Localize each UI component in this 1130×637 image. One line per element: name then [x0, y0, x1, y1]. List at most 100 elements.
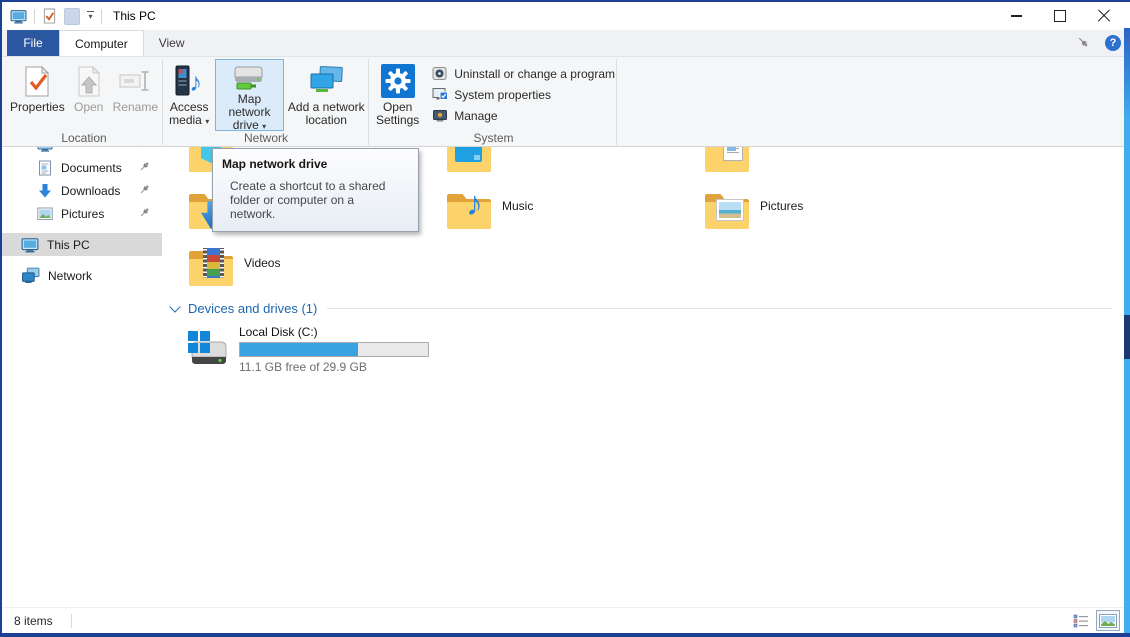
qat-customize-dropdown[interactable]: ▾: [87, 11, 94, 22]
hard-drive-icon: [185, 325, 231, 373]
system-properties-button[interactable]: System properties: [432, 85, 551, 104]
tab-file[interactable]: File: [7, 30, 59, 56]
pin-ribbon-button[interactable]: [1077, 36, 1089, 51]
open-settings-button[interactable]: Open Settings: [372, 59, 423, 131]
rename-button[interactable]: Rename: [111, 59, 160, 131]
divider: [71, 614, 72, 628]
navigation-pane: Documents Downloads Pictures This PC Net…: [0, 147, 162, 608]
divider: [34, 9, 35, 24]
minimize-button[interactable]: [994, 2, 1038, 30]
network-icon: [21, 267, 40, 284]
access-media-button[interactable]: ♪ Access media ▾: [165, 59, 213, 131]
devices-section-header: Devices and drives (1): [168, 300, 1112, 317]
folder-desktop-icon: [446, 147, 492, 175]
folder-tile-videos[interactable]: Videos: [188, 243, 446, 300]
close-button[interactable]: [1082, 2, 1126, 30]
sidebar-item-pictures[interactable]: Pictures: [0, 202, 162, 225]
qat-properties-button[interactable]: [42, 8, 57, 24]
manage-button[interactable]: Manage: [432, 106, 497, 125]
titlebar[interactable]: ▾ This PC: [0, 2, 1130, 30]
scrollbar[interactable]: [1124, 28, 1130, 633]
pin-icon: [139, 207, 150, 221]
details-view-button[interactable]: [1069, 610, 1093, 631]
group-label-location: Location: [8, 131, 160, 145]
manage-icon: [432, 108, 448, 123]
documents-icon: [37, 160, 53, 176]
window-border: [0, 633, 1130, 637]
map-network-drive-tooltip: Map network drive Create a shortcut to a…: [212, 148, 419, 232]
folder-tile-desktop[interactable]: [446, 147, 704, 186]
scrollbar-thumb[interactable]: [1124, 315, 1130, 359]
music-note-icon: ♪: [189, 69, 202, 95]
sidebar-item-this-pc[interactable]: This PC: [0, 233, 162, 256]
folder-tile-pictures[interactable]: Pictures: [704, 186, 962, 243]
window-border: [0, 0, 1130, 2]
music-note-icon: ♪: [466, 187, 483, 221]
divider: [101, 9, 102, 24]
properties-button[interactable]: Properties: [8, 59, 67, 131]
settings-gear-icon: [381, 61, 415, 101]
folder-documents-icon: [704, 147, 750, 175]
divider: [327, 308, 1112, 309]
maximize-button[interactable]: [1038, 2, 1082, 30]
window-title: This PC: [113, 9, 156, 23]
quick-access-toolbar: ▾ This PC: [0, 8, 156, 25]
details-view-icon: [1073, 614, 1089, 628]
tab-view[interactable]: View: [144, 30, 200, 56]
add-network-location-icon: [307, 61, 345, 101]
window-border: [0, 0, 2, 637]
add-network-location-button[interactable]: Add a network location: [286, 59, 367, 131]
open-icon: [74, 61, 104, 101]
thumbnail-view-button[interactable]: [1096, 610, 1120, 631]
uninstall-program-button[interactable]: Uninstall or change a program: [432, 64, 615, 83]
downloads-icon: [37, 183, 53, 199]
folder-music-icon: ♪: [446, 186, 492, 232]
window-controls: [994, 2, 1126, 30]
drive-local-disk[interactable]: Local Disk (C:) 11.1 GB free of 29.9 GB: [185, 325, 1124, 374]
folder-tile-documents[interactable]: [704, 147, 962, 186]
chevron-down-icon: ▾: [262, 122, 266, 131]
maximize-icon: [1054, 10, 1066, 22]
tooltip-body: Create a shortcut to a shared folder or …: [230, 179, 402, 221]
folder-label: Pictures: [760, 199, 803, 243]
sidebar-item-network[interactable]: Network: [0, 264, 162, 287]
thumbnail-view-icon: [1099, 614, 1117, 628]
tooltip-title: Map network drive: [222, 157, 409, 171]
group-label-network: Network: [165, 131, 367, 145]
ribbon-group-system: Open Settings Uninstall or change a prog…: [372, 57, 615, 146]
help-button[interactable]: ?: [1105, 35, 1121, 51]
close-icon: [1097, 9, 1111, 23]
system-properties-icon: [432, 87, 448, 102]
folder-pictures-icon: [704, 186, 750, 232]
pin-icon: [139, 147, 150, 149]
item-count: 8 items: [14, 614, 53, 628]
ribbon-tabs: File Computer View ?: [0, 30, 1130, 57]
chevron-down-icon: ▾: [205, 117, 209, 126]
file-explorer-window: ▾ This PC File Computer View ?: [0, 0, 1130, 637]
sidebar-item-desktop-partial[interactable]: [0, 147, 162, 156]
sidebar-item-documents[interactable]: Documents: [0, 156, 162, 179]
folder-videos-icon: [188, 243, 234, 289]
properties-icon: [22, 61, 52, 101]
pin-icon: [139, 184, 150, 198]
qat-new-folder-button[interactable]: [64, 8, 80, 25]
minimize-icon: [1011, 15, 1022, 17]
ribbon-group-network: ♪ Access media ▾ Map network: [165, 57, 367, 146]
access-media-icon: ♪: [173, 61, 205, 101]
map-network-drive-button[interactable]: Map network drive ▾: [215, 59, 283, 131]
chevron-down-icon[interactable]: [169, 301, 180, 312]
pictures-icon: [37, 207, 53, 221]
desktop-icon: [37, 147, 53, 153]
folder-tile-music[interactable]: ♪ Music: [446, 186, 704, 243]
sidebar-item-downloads[interactable]: Downloads: [0, 179, 162, 202]
map-network-drive-icon: [230, 61, 268, 93]
drive-usage-fill: [240, 343, 358, 356]
body: Documents Downloads Pictures This PC Net…: [0, 147, 1130, 608]
folder-label: Videos: [244, 256, 280, 300]
open-button[interactable]: Open: [69, 59, 109, 131]
tab-computer[interactable]: Computer: [59, 30, 144, 56]
drive-name: Local Disk (C:): [239, 325, 429, 339]
this-pc-icon: [10, 8, 27, 25]
pin-icon: [139, 161, 150, 175]
ribbon: Properties Open: [0, 57, 1130, 147]
